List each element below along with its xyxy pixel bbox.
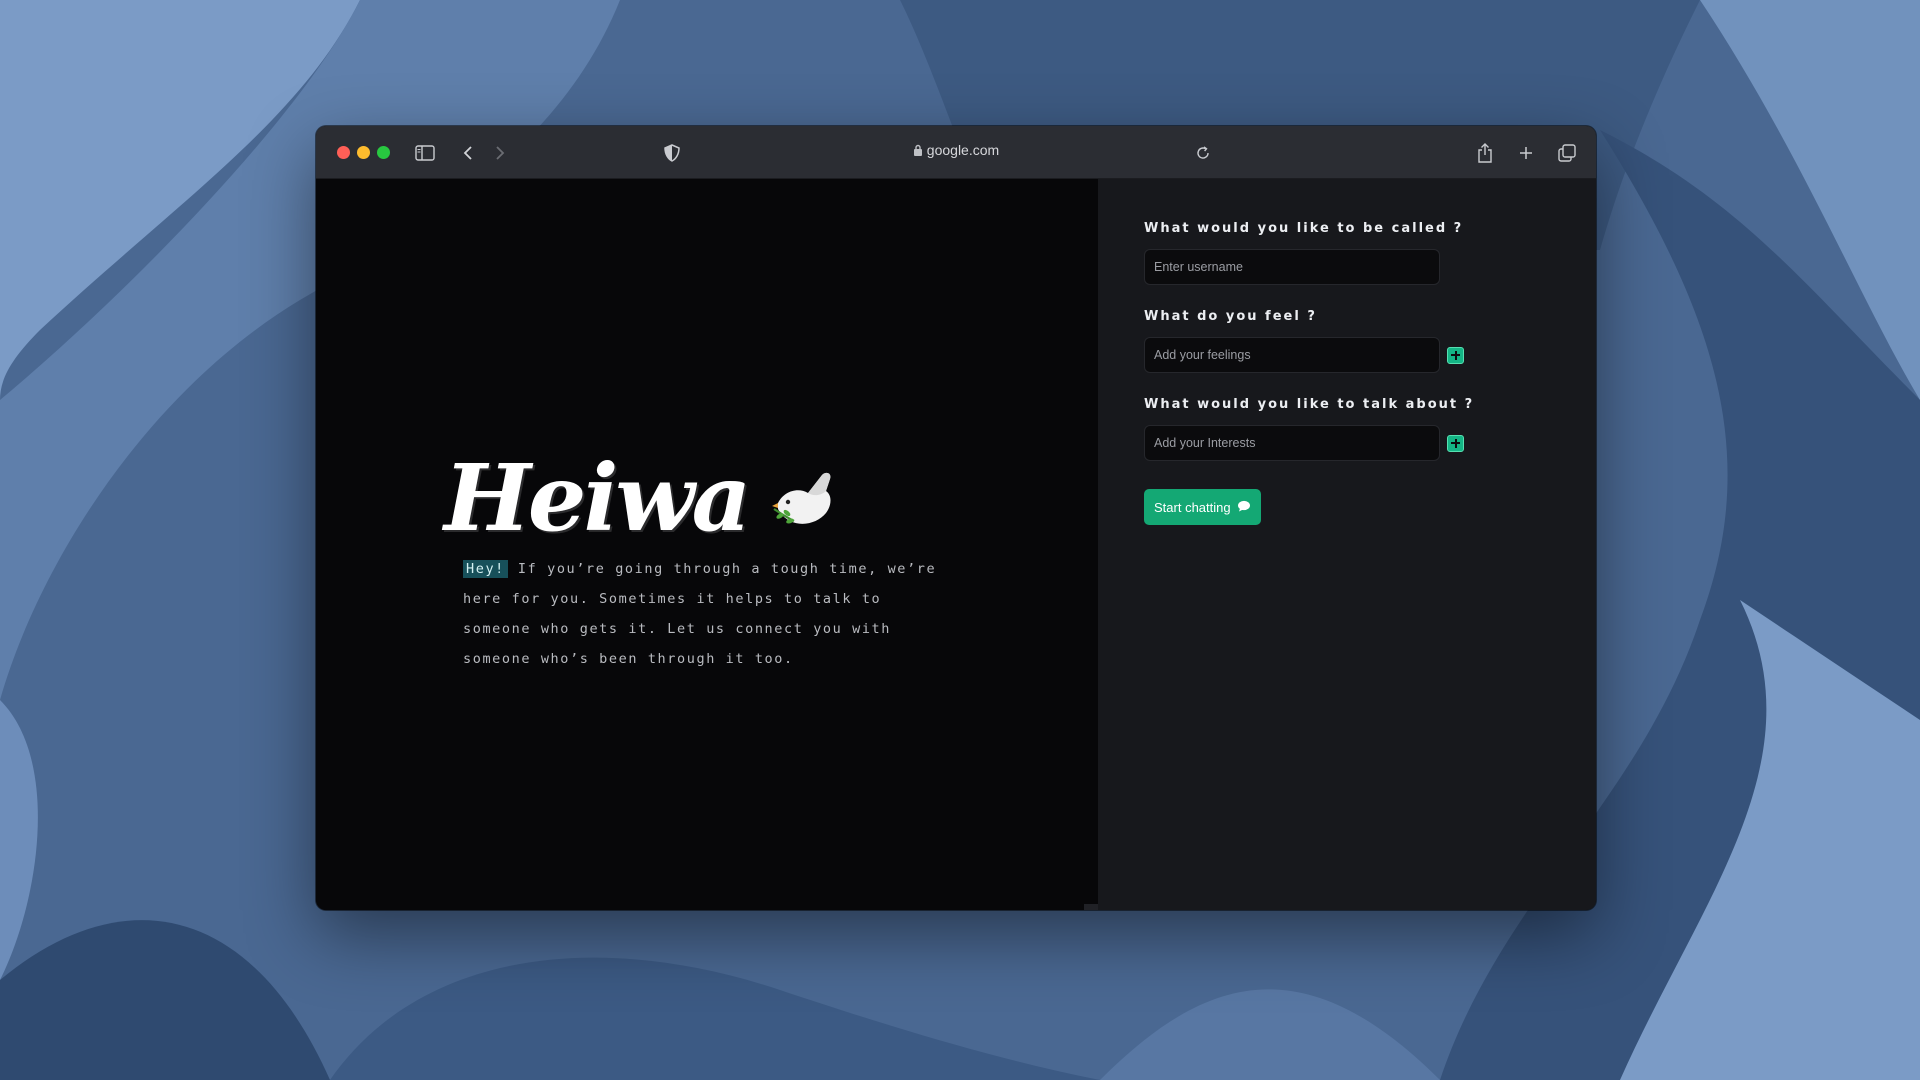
intro-description: If you’re going through a tough time, we… — [463, 561, 937, 667]
start-chatting-button[interactable]: Start chatting — [1144, 489, 1261, 525]
dove-icon — [770, 469, 836, 536]
reload-icon[interactable] — [1190, 140, 1216, 166]
preferences-form: What would you like to be called ? What … — [1144, 221, 1474, 525]
browser-window: google.com Heiwa Hey! If you’re going th… — [316, 126, 1596, 910]
add-interest-icon[interactable] — [1447, 434, 1464, 452]
lock-icon — [913, 143, 923, 159]
resize-handle[interactable] — [1084, 904, 1098, 910]
intro-text: Hey! If you’re going through a tough time… — [463, 554, 953, 674]
username-input[interactable] — [1144, 249, 1440, 285]
add-feeling-icon[interactable] — [1447, 346, 1464, 364]
intro-panel: Heiwa Hey! If you’re going through a toug… — [316, 179, 1098, 910]
name-question: What would you like to be called ? — [1144, 221, 1464, 236]
talk-question: What would you like to talk about ? — [1144, 397, 1475, 412]
form-panel: What would you like to be called ? What … — [1098, 179, 1596, 910]
chat-bubble-icon — [1237, 500, 1251, 515]
new-tab-icon[interactable] — [1513, 140, 1539, 166]
tabs-overview-icon[interactable] — [1554, 140, 1580, 166]
logo: Heiwa — [444, 444, 836, 552]
browser-toolbar: google.com — [316, 126, 1596, 179]
address-bar[interactable]: google.com — [316, 142, 1596, 159]
share-icon[interactable] — [1472, 140, 1498, 166]
interests-input[interactable] — [1144, 425, 1440, 461]
start-chatting-label: Start chatting — [1154, 499, 1231, 515]
hey-highlight: Hey! — [463, 560, 508, 578]
url-text: google.com — [926, 142, 1000, 158]
feelings-input[interactable] — [1144, 337, 1440, 373]
feel-question: What do you feel ? — [1144, 309, 1317, 324]
logo-text: Heiwa — [444, 444, 751, 552]
